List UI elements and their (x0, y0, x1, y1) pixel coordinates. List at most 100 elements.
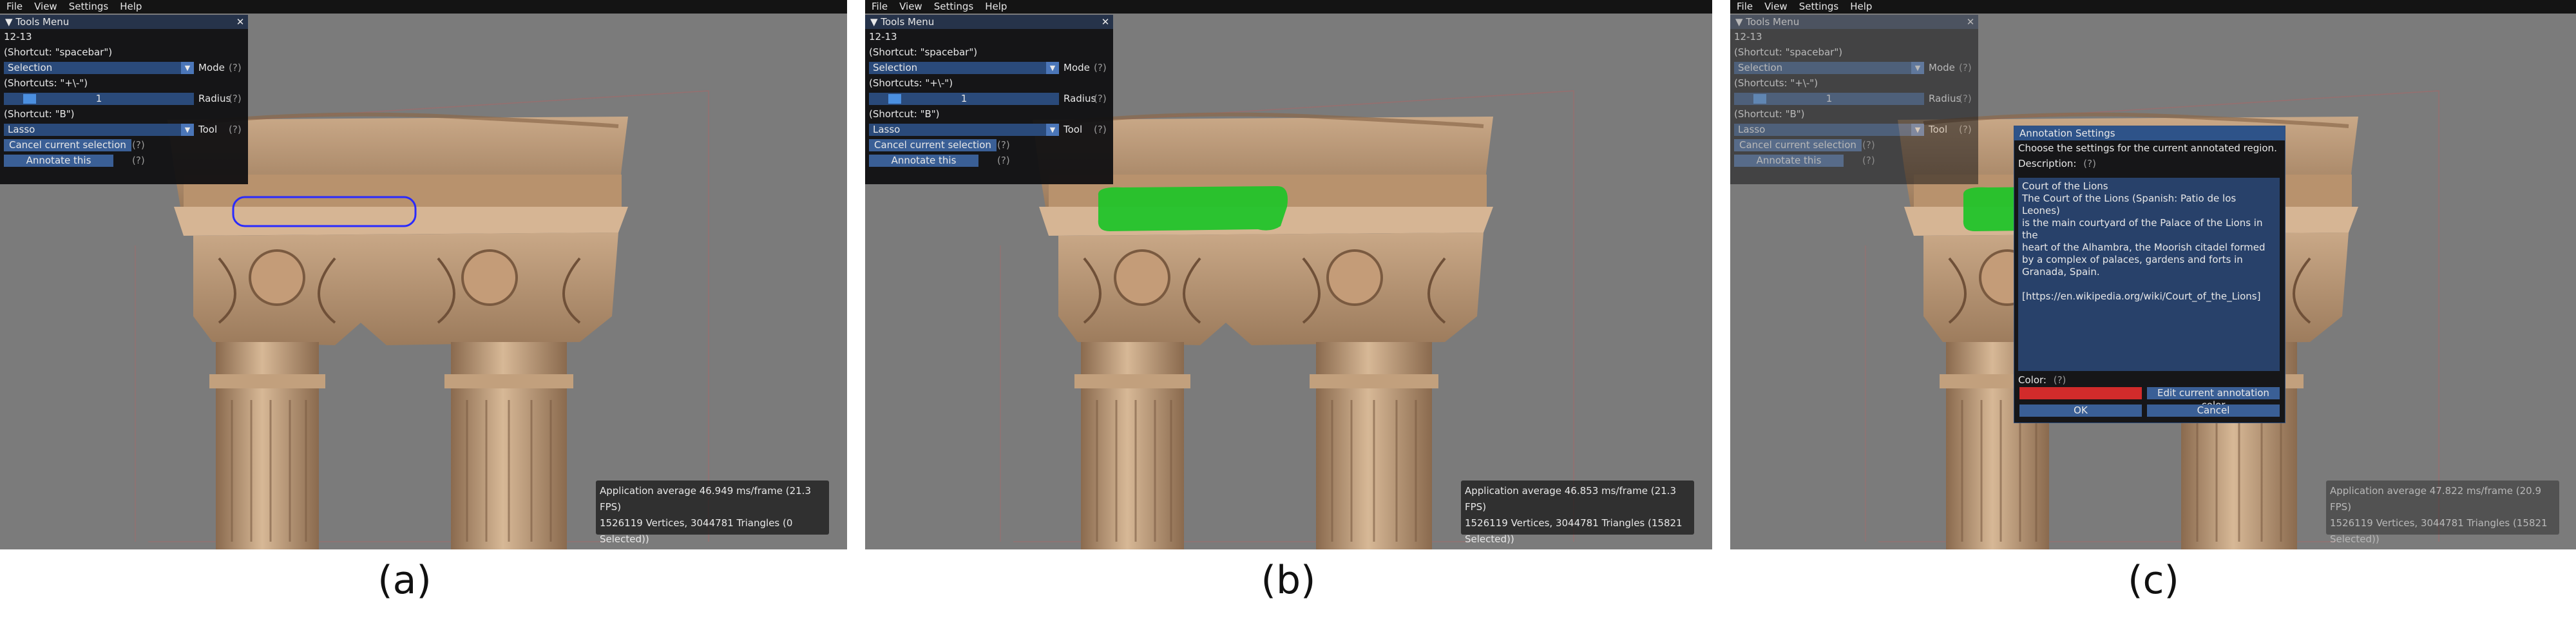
mode-select-value: Selection (873, 62, 918, 73)
dialog-titlebar[interactable]: Annotation Settings (2014, 126, 2285, 140)
help-marker[interactable]: (?) (132, 153, 145, 168)
shell-ornament (249, 249, 305, 306)
radius-shortcut-hint: (Shortcuts: "+\-") (869, 77, 953, 89)
mode-select[interactable]: Selection ▼ (4, 62, 194, 74)
menu-bar: File View Settings Help (0, 0, 847, 14)
help-marker[interactable]: (?) (2054, 374, 2066, 386)
tools-menu-titlebar[interactable]: ▼ Tools Menu ✕ (0, 15, 248, 29)
slider-grab[interactable] (888, 94, 901, 104)
annotation-settings-dialog: Annotation Settings Choose the settings … (2014, 126, 2285, 423)
tool-select[interactable]: Lasso ▼ (4, 124, 194, 136)
close-icon[interactable]: ✕ (1965, 15, 1976, 29)
menu-bar: File View Settings Help (865, 0, 1712, 14)
cancel-selection-button[interactable]: Cancel current selection (4, 139, 131, 151)
dialog-instruction: Choose the settings for the current anno… (2018, 142, 2277, 154)
radius-slider-value: 1 (960, 93, 968, 104)
help-marker[interactable]: (?) (997, 137, 1010, 153)
tools-menu-title: Tools Menu (15, 16, 70, 28)
mode-select[interactable]: Selection ▼ (869, 62, 1059, 74)
menu-settings[interactable]: Settings (62, 0, 114, 14)
menu-help[interactable]: Help (978, 0, 1012, 14)
help-marker[interactable]: (?) (997, 153, 1010, 168)
description-label: Description: (2018, 158, 2077, 169)
tools-menu-titlebar[interactable]: ▼ Tools Menu ✕ (1730, 15, 1978, 29)
help-marker[interactable]: (?) (1959, 60, 1972, 75)
region-label: 12-13 (869, 31, 897, 43)
cancel-selection-button[interactable]: Cancel current selection (869, 139, 997, 151)
radius-slider[interactable]: 1 (4, 93, 194, 105)
fps-readout: Application average 46.853 ms/frame (21.… (1465, 485, 1676, 513)
help-marker[interactable]: (?) (1094, 91, 1107, 106)
help-marker[interactable]: (?) (229, 60, 242, 75)
close-icon[interactable]: ✕ (1100, 15, 1111, 29)
radius-label: Radius (198, 93, 231, 104)
collapse-icon[interactable]: ▼ (1735, 16, 1743, 28)
mode-select[interactable]: Selection ▼ (1734, 62, 1924, 74)
tools-menu-window: ▼ Tools Menu ✕ 12-13 (Shortcut: "spaceba… (865, 15, 1113, 184)
help-marker[interactable]: (?) (1094, 122, 1107, 137)
radius-slider[interactable]: 1 (1734, 93, 1924, 105)
menu-settings[interactable]: Settings (1793, 0, 1844, 14)
annotate-button[interactable]: Annotate this (4, 155, 113, 167)
menu-view[interactable]: View (28, 0, 62, 14)
fps-readout: Application average 47.822 ms/frame (20.… (2330, 485, 2541, 513)
stats-overlay: Application average 46.949 ms/frame (21.… (596, 481, 829, 545)
tools-menu-window: ▼ Tools Menu ✕ 12-13 (Shortcut: "spaceba… (1730, 15, 1978, 184)
tool-label: Tool (1929, 124, 1948, 135)
chevron-down-icon: ▼ (181, 62, 194, 74)
help-marker[interactable]: (?) (1862, 153, 1875, 168)
annotate-button[interactable]: Annotate this (869, 155, 978, 167)
tool-select[interactable]: Lasso ▼ (869, 124, 1059, 136)
cancel-button[interactable]: Cancel (2147, 404, 2280, 417)
tool-select[interactable]: Lasso ▼ (1734, 124, 1924, 136)
caption-b: (b) (1261, 558, 1316, 603)
shell-ornament (1114, 249, 1170, 306)
menu-view[interactable]: View (893, 0, 928, 14)
help-marker[interactable]: (?) (132, 137, 145, 153)
mouse-position-readout: Mouse Position: (412.0,321.0) (600, 547, 825, 549)
tool-select-value: Lasso (8, 124, 35, 135)
tools-menu-titlebar[interactable]: ▼ Tools Menu ✕ (865, 15, 1113, 29)
help-marker[interactable]: (?) (1959, 91, 1972, 106)
chevron-down-icon: ▼ (1911, 62, 1924, 74)
collapse-icon[interactable]: ▼ (870, 16, 878, 28)
slider-grab[interactable] (1753, 94, 1766, 104)
menu-file[interactable]: File (865, 0, 893, 14)
description-textarea[interactable]: Court of the Lions The Court of the Lion… (2018, 178, 2280, 371)
menu-help[interactable]: Help (113, 0, 147, 14)
fps-readout: Application average 46.949 ms/frame (21.… (600, 485, 811, 513)
color-label: Color: (2018, 374, 2046, 386)
help-marker[interactable]: (?) (1094, 60, 1107, 75)
tools-menu-title: Tools Menu (881, 16, 935, 28)
menu-help[interactable]: Help (1844, 0, 1877, 14)
region-label: 12-13 (4, 31, 32, 43)
mode-label: Mode (1064, 62, 1090, 73)
color-swatch[interactable] (2019, 387, 2142, 399)
menu-bar: File View Settings Help (1730, 0, 2576, 14)
help-marker[interactable]: (?) (2083, 158, 2096, 169)
annotate-button[interactable]: Annotate this (1734, 155, 1844, 167)
help-marker[interactable]: (?) (1862, 137, 1875, 153)
menu-view[interactable]: View (1758, 0, 1793, 14)
collapse-icon[interactable]: ▼ (5, 16, 13, 28)
mode-shortcut-hint: (Shortcut: "spacebar") (869, 46, 978, 58)
slider-grab[interactable] (23, 94, 36, 104)
edit-color-button[interactable]: Edit current annotation color (2147, 387, 2280, 411)
close-icon[interactable]: ✕ (235, 15, 245, 29)
radius-slider-value: 1 (1826, 93, 1833, 104)
tool-label: Tool (198, 124, 218, 135)
menu-file[interactable]: File (0, 0, 28, 14)
help-marker[interactable]: (?) (229, 122, 242, 137)
radius-slider[interactable]: 1 (869, 93, 1059, 105)
column-ring (209, 374, 325, 388)
ok-button[interactable]: OK (2019, 404, 2142, 417)
help-marker[interactable]: (?) (229, 91, 242, 106)
menu-file[interactable]: File (1730, 0, 1758, 14)
menu-settings[interactable]: Settings (928, 0, 979, 14)
chevron-down-icon: ▼ (1046, 124, 1059, 136)
help-marker[interactable]: (?) (1959, 122, 1972, 137)
tool-select-value: Lasso (1738, 124, 1766, 135)
stats-overlay: Application average 46.853 ms/frame (21.… (1461, 481, 1694, 545)
radius-slider-value: 1 (95, 93, 102, 104)
cancel-selection-button[interactable]: Cancel current selection (1734, 139, 1862, 151)
